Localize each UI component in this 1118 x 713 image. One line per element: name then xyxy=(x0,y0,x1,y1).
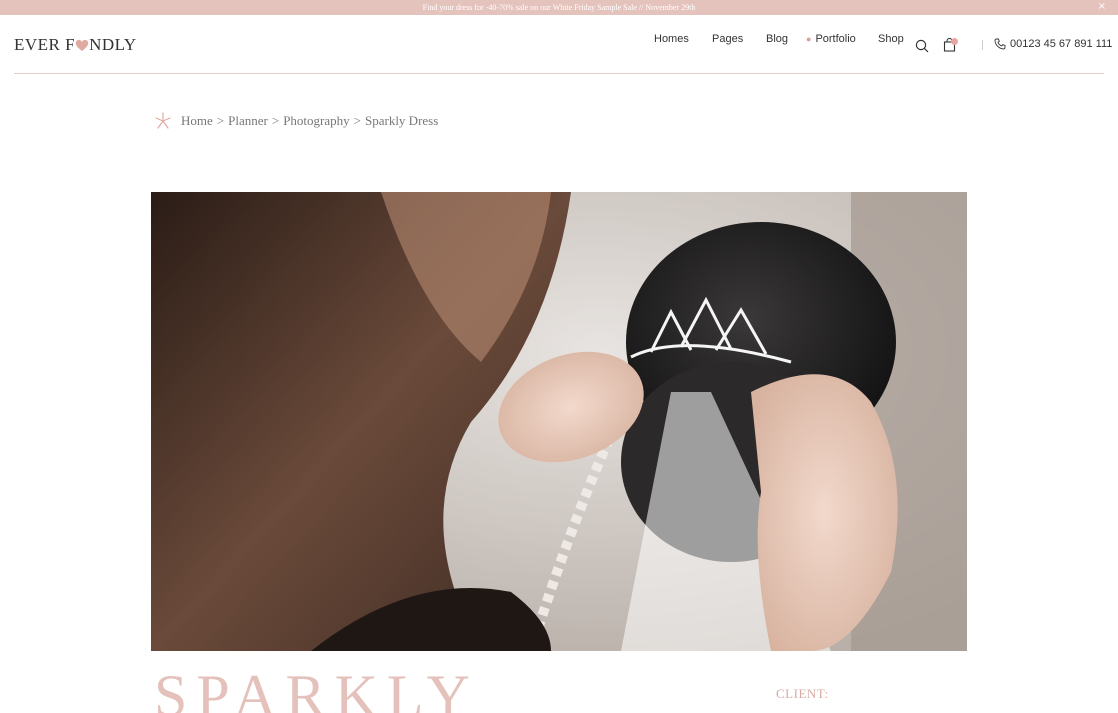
logo[interactable]: EVER F NDLY xyxy=(14,35,137,55)
logo-text-left: EVER F xyxy=(14,35,76,54)
breadcrumb-separator: > xyxy=(271,113,280,128)
header-divider-line xyxy=(14,73,1104,74)
logo-text-right: NDLY xyxy=(89,35,137,54)
breadcrumb-separator: > xyxy=(353,113,361,128)
breadcrumb-planner[interactable]: Planner xyxy=(228,113,268,129)
hero-image xyxy=(151,192,967,651)
close-icon[interactable]: × xyxy=(1098,1,1106,13)
nav-item-blog[interactable]: Blog xyxy=(766,33,788,45)
phone-number: 00123 45 67 891 111 xyxy=(1010,38,1113,50)
nav-item-portfolio[interactable]: ● Portfolio xyxy=(806,33,856,45)
phone-contact[interactable]: 00123 45 67 891 111 xyxy=(994,38,1112,50)
nav-item-pages[interactable]: Pages xyxy=(712,33,743,45)
breadcrumb-separator: > xyxy=(216,113,225,128)
heart-icon xyxy=(75,39,89,51)
nav-item-shop[interactable]: Shop xyxy=(878,33,904,45)
site-header: EVER F NDLY Homes Pages Blog ● Portfolio … xyxy=(0,15,1118,74)
nav-item-portfolio-label: Portfolio xyxy=(815,33,856,45)
client-label: CLIENT: xyxy=(776,686,829,701)
active-dot-icon: ● xyxy=(806,34,812,44)
project-title: SPARKLY xyxy=(154,663,479,713)
cart-badge xyxy=(951,38,958,45)
search-icon[interactable] xyxy=(915,39,929,53)
promo-text: Find your dress for -40-70% sale on our … xyxy=(422,3,696,12)
breadcrumb: Home > Planner > Photography > Sparkly D… xyxy=(153,111,438,131)
breadcrumb-current: Sparkly Dress xyxy=(364,113,439,128)
breadcrumb-home[interactable]: Home xyxy=(181,113,213,129)
breadcrumb-photography[interactable]: Photography xyxy=(283,113,349,129)
sparkle-icon xyxy=(155,112,171,129)
promo-banner: Find your dress for -40-70% sale on our … xyxy=(0,0,1118,15)
nav-item-homes[interactable]: Homes xyxy=(654,33,689,45)
header-divider xyxy=(982,40,983,50)
phone-icon xyxy=(994,38,1006,50)
bride-photo xyxy=(151,192,967,651)
